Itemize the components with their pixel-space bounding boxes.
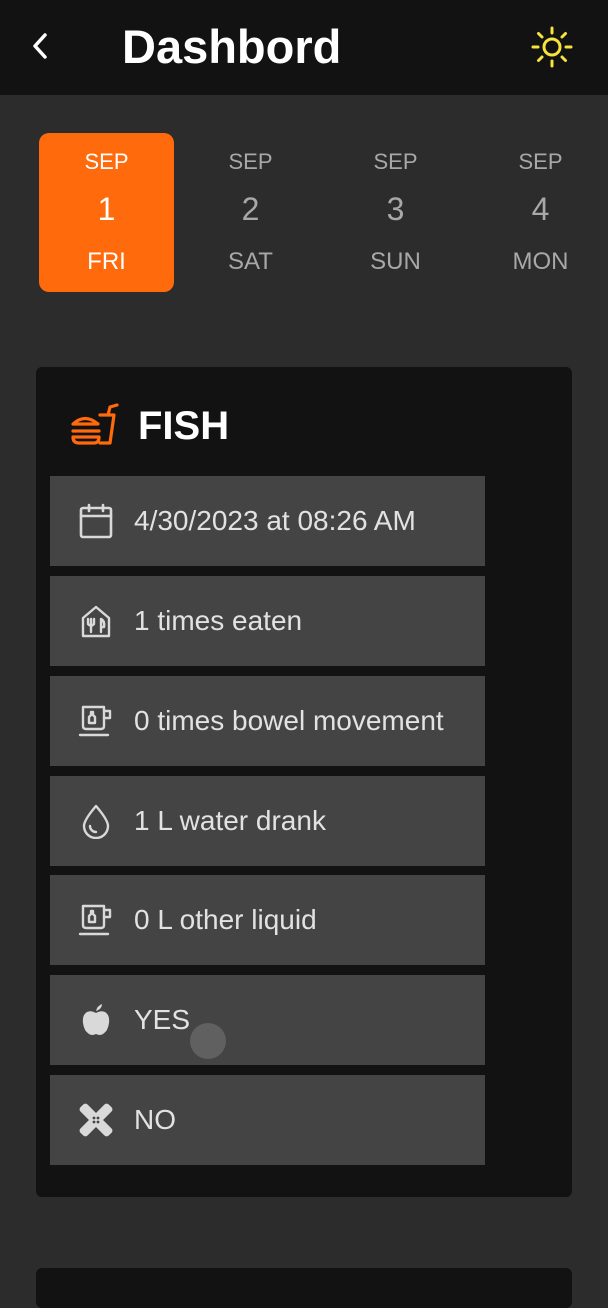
date-day: 4 <box>531 191 550 227</box>
card-header: FISH <box>70 401 229 451</box>
date-month: SEP <box>84 149 129 174</box>
date-day: 2 <box>241 191 260 227</box>
detail-row-eaten[interactable]: 1 times eaten <box>50 576 485 666</box>
date-weekday: SUN <box>370 248 421 275</box>
back-button[interactable] <box>22 28 58 64</box>
card-title: FISH <box>138 403 230 448</box>
detail-text: NO <box>134 1104 176 1135</box>
apple-icon <box>82 1004 110 1035</box>
chevron-left-icon <box>33 33 47 59</box>
detail-row-fruit[interactable]: YES <box>50 975 485 1065</box>
date-day: 3 <box>386 191 405 227</box>
bandage-icon <box>79 1103 113 1137</box>
detail-row-other-liquid[interactable]: 0 L other liquid <box>50 875 485 965</box>
detail-row-water[interactable]: 1 L water drank <box>50 776 485 866</box>
date-weekday: SAT <box>228 248 273 275</box>
touch-ripple <box>190 1023 226 1059</box>
next-entry-card[interactable] <box>36 1268 572 1308</box>
page-title: Dashbord <box>122 20 342 73</box>
fast-food-icon <box>71 403 119 445</box>
theme-toggle-button[interactable] <box>530 25 574 69</box>
water-drop-icon <box>82 804 110 839</box>
date-item-sep-4[interactable]: SEP 4 MON <box>473 133 608 292</box>
cup-icon <box>78 904 112 936</box>
sun-icon <box>531 26 573 68</box>
date-month: SEP <box>228 149 273 174</box>
date-day: 1 <box>97 191 116 227</box>
date-item-sep-1[interactable]: SEP 1 FRI <box>39 133 174 292</box>
date-weekday: MON <box>512 248 569 275</box>
date-month: SEP <box>518 149 563 174</box>
calendar-icon <box>79 503 113 539</box>
detail-text: 1 times eaten <box>134 605 303 636</box>
cup-icon <box>78 705 112 737</box>
restaurant-icon <box>81 605 111 638</box>
top-app-bar: Dashbord <box>0 0 608 95</box>
detail-text: YES <box>134 1004 191 1035</box>
detail-text: 1 L water drank <box>134 805 326 836</box>
detail-text: 4/30/2023 at 08:26 AM <box>134 505 416 536</box>
detail-text: 0 times bowel movement <box>134 705 444 736</box>
date-item-sep-2[interactable]: SEP 2 SAT <box>183 133 318 292</box>
detail-row-bowel-movement[interactable]: 0 times bowel movement <box>50 676 485 766</box>
detail-text: 0 L other liquid <box>134 904 317 935</box>
date-weekday: FRI <box>87 248 126 275</box>
detail-row-medication[interactable]: NO <box>50 1075 485 1165</box>
date-month: SEP <box>373 149 418 174</box>
date-item-sep-3[interactable]: SEP 3 SUN <box>328 133 463 292</box>
detail-row-datetime[interactable]: 4/30/2023 at 08:26 AM <box>50 476 485 566</box>
date-selector: SEP 1 FRI SEP 2 SAT SEP 3 SUN SEP 4 MON <box>0 133 608 293</box>
